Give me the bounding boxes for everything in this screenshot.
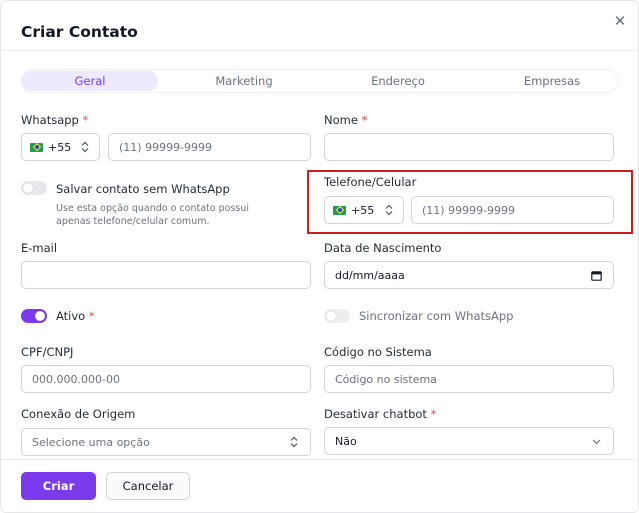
updown-chevron-icon (81, 141, 89, 153)
cpf-input[interactable]: 000.000.000-00 (21, 365, 311, 393)
dialog-title: Criar Contato (21, 23, 138, 41)
active-label: Ativo * (56, 309, 95, 323)
origin-connection-label: Conexão de Origem (21, 407, 136, 421)
footer-divider (1, 459, 639, 460)
tab-marketing[interactable]: Marketing (174, 71, 314, 91)
whatsapp-label: Whatsapp * (21, 113, 89, 127)
required-mark: * (88, 309, 95, 323)
create-contact-dialog: Criar Contato ✕ Geral Marketing Endereço… (0, 0, 639, 513)
nome-label: Nome * (324, 113, 368, 127)
save-without-whatsapp-hint: Use esta opção quando o contato possui a… (56, 203, 249, 227)
calendar-icon[interactable] (591, 270, 602, 281)
header-divider (1, 50, 639, 51)
tab-bar: Geral Marketing Endereço Empresas (21, 69, 619, 93)
highlight-box (307, 170, 633, 234)
sync-whatsapp-label: Sincronizar com WhatsApp (359, 309, 514, 323)
tab-endereco[interactable]: Endereço (328, 71, 468, 91)
email-label: E-mail (21, 241, 58, 255)
save-without-whatsapp-label: Salvar contato sem WhatsApp (56, 182, 230, 196)
close-icon[interactable]: ✕ (612, 12, 628, 30)
tab-geral[interactable]: Geral (22, 71, 158, 91)
active-toggle[interactable] (21, 309, 47, 323)
system-code-label: Código no Sistema (324, 345, 432, 359)
sync-whatsapp-toggle[interactable] (324, 309, 350, 323)
updown-chevron-icon (290, 436, 298, 448)
disable-chatbot-label: Desativar chatbot * (324, 407, 437, 421)
cancel-button[interactable]: Cancelar (106, 472, 190, 500)
birthdate-label: Data de Nascimento (324, 241, 442, 255)
required-mark: * (82, 113, 89, 127)
nome-input[interactable] (324, 133, 614, 161)
required-mark: * (361, 113, 368, 127)
birthdate-input[interactable]: dd/mm/aaaa (324, 261, 614, 289)
required-mark: * (430, 407, 437, 421)
create-button[interactable]: Criar (21, 472, 96, 500)
brazil-flag-icon (30, 142, 43, 152)
origin-connection-select[interactable]: Selecione uma opção (21, 428, 311, 456)
system-code-input[interactable]: Código no sistema (324, 365, 614, 393)
tab-empresas[interactable]: Empresas (482, 71, 622, 91)
chevron-down-icon (592, 439, 601, 445)
whatsapp-number-input[interactable]: (11) 99999-9999 (108, 133, 311, 161)
whatsapp-country-select[interactable]: +55 (21, 133, 100, 161)
cpf-label: CPF/CNPJ (21, 345, 74, 359)
save-without-whatsapp-toggle[interactable] (21, 181, 47, 195)
email-input[interactable] (21, 261, 311, 289)
disable-chatbot-select[interactable]: Não (324, 427, 614, 455)
